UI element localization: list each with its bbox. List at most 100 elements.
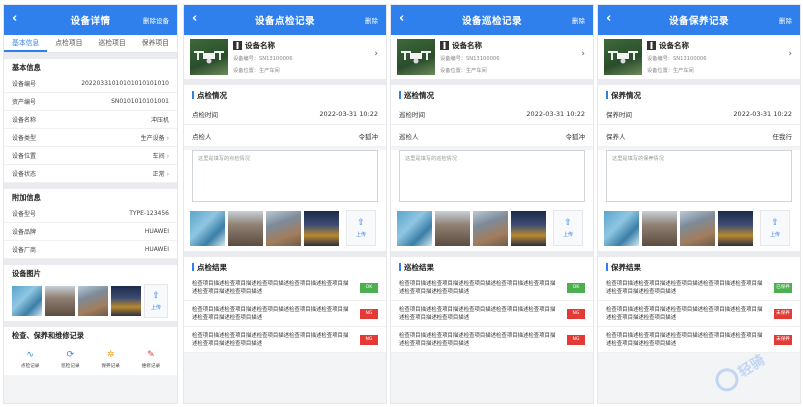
record-photo[interactable] (228, 210, 263, 246)
photo-strip: ⇧ 上传 (598, 205, 800, 251)
device-location-select[interactable]: 设备位置 车间 › (4, 147, 177, 165)
notes-textarea[interactable]: 这里是填写的点检情况 (192, 150, 378, 202)
notes-textarea[interactable]: 这里是填写的巡检情况 (399, 150, 585, 202)
time-row[interactable]: 保养时间 2022-03-31 10:22 (598, 103, 800, 125)
record-photo[interactable] (266, 210, 301, 246)
repair-record-button[interactable]: ✎ 维修记录 (142, 350, 160, 369)
device-name: 设备名称 (245, 40, 275, 50)
person-label: 保养人 (606, 132, 626, 141)
row-value-wrap: 生产设备 › (141, 133, 169, 142)
upload-button[interactable]: ⇧ 上传 (346, 210, 376, 246)
record-photo[interactable] (435, 210, 470, 246)
device-photo[interactable] (78, 286, 108, 316)
time-label: 巡检时间 (399, 110, 425, 119)
back-icon[interactable]: ‹ (606, 11, 611, 26)
record-photo[interactable] (642, 210, 677, 246)
maintained-badge[interactable]: 已保养 (774, 282, 792, 293)
device-photo[interactable] (12, 286, 42, 316)
record-photo[interactable] (190, 210, 225, 246)
item-description: 检查项目描述检查项目描述检查项目描述检查项目描述检查项目描述检查项目描述检查项目… (192, 280, 349, 295)
record-photo[interactable] (397, 210, 432, 246)
ok-badge[interactable]: OK (360, 282, 378, 293)
location-value: 生产车间 (258, 68, 280, 74)
tab-spot-items[interactable]: 点检项目 (47, 35, 90, 52)
upload-button[interactable]: ⇧ 上传 (144, 284, 168, 318)
time-row[interactable]: 点检时间 2022-03-31 10:22 (184, 103, 386, 125)
device-photo[interactable] (111, 286, 141, 316)
sn-label: 设备编号： (440, 56, 466, 62)
patrol-record-button[interactable]: ⟳ 巡检记录 (61, 350, 79, 369)
device-name: 设备名称 (659, 40, 689, 50)
route-icon: ⟳ (66, 349, 75, 360)
accent-bar (606, 263, 608, 271)
person-row[interactable]: 保养人 任我行 (598, 125, 800, 147)
upload-button[interactable]: ⇧ 上传 (553, 210, 583, 246)
ng-badge[interactable]: NG (360, 308, 378, 319)
ok-badge[interactable]: OK (567, 282, 585, 293)
section-title-text: 点检结果 (197, 263, 227, 272)
device-card[interactable]: 设备名称 设备编号：SN13100006 设备位置：生产车间 › (391, 35, 593, 79)
result-row: 检查项目描述检查项目描述检查项目描述检查项目描述检查项目描述检查项目描述检查项目… (391, 301, 593, 327)
record-photo[interactable] (511, 210, 546, 246)
accent-bar (606, 91, 608, 99)
upload-label: 上传 (150, 304, 161, 311)
person-row[interactable]: 点检人 令狐冲 (184, 125, 386, 147)
tab-basic-info[interactable]: 基本信息 (4, 35, 48, 52)
back-icon[interactable]: ‹ (12, 11, 17, 26)
person-row[interactable]: 巡检人 令狐冲 (391, 125, 593, 147)
tab-maintenance-items[interactable]: 保养项目 (134, 35, 177, 52)
device-card[interactable]: 设备名称 设备编号：SN13100006 设备位置：生产车间 › (598, 35, 800, 79)
record-photo[interactable] (604, 210, 639, 246)
upload-label: 上传 (355, 231, 366, 238)
ng-badge[interactable]: NG (567, 308, 585, 319)
chevron-right-icon[interactable]: › (581, 49, 585, 59)
chevron-right-icon[interactable]: › (788, 49, 792, 59)
maintenance-record-button[interactable]: ✲ 保养记录 (101, 350, 119, 369)
result-row: 检查项目描述检查项目描述检查项目描述检查项目描述检查项目描述检查项目描述检查项目… (391, 327, 593, 353)
spot-record-button[interactable]: ∿ 点检记录 (21, 350, 39, 369)
item-description: 检查项目描述检查项目描述检查项目描述检查项目描述检查项目描述检查项目描述检查项目… (192, 306, 349, 321)
header: ‹ 设备详情 删除设备 (4, 5, 177, 35)
delete-button[interactable]: 删除 (572, 15, 585, 25)
drone-icon (194, 51, 224, 64)
location-label: 设备位置： (440, 68, 466, 74)
row-value: 冲压机 (150, 117, 169, 124)
tab-patrol-items[interactable]: 巡检项目 (91, 35, 134, 52)
ng-badge[interactable]: NG (360, 334, 378, 345)
location-value: 生产车间 (672, 68, 694, 74)
delete-button[interactable]: 删除 (779, 15, 792, 25)
record-photo[interactable] (718, 210, 753, 246)
qr-code-icon (233, 40, 242, 50)
pulse-icon: ∿ (26, 349, 34, 360)
time-row[interactable]: 巡检时间 2022-03-31 10:22 (391, 103, 593, 125)
record-photo[interactable] (473, 210, 508, 246)
back-icon[interactable]: ‹ (399, 11, 404, 26)
time-value: 2022-03-31 10:22 (319, 109, 378, 118)
notes-wrap: 这里是填写的巡检情况 (391, 150, 593, 205)
ng-badge[interactable]: NG (567, 334, 585, 345)
record-photo[interactable] (304, 210, 339, 246)
device-name-row: 设备名称 (233, 39, 380, 51)
not-maintained-badge[interactable]: 未保养 (774, 308, 792, 319)
upload-label: 上传 (769, 231, 780, 238)
device-info: 设备名称 设备编号：SN13100006 设备位置：生产车间 (647, 39, 794, 75)
section-title: 点检情况 (184, 85, 386, 103)
device-status-select[interactable]: 设备状态 正常 › (4, 165, 177, 183)
device-photo[interactable] (45, 286, 75, 316)
upload-button[interactable]: ⇧ 上传 (760, 210, 790, 246)
page-title: 设备巡检记录 (461, 16, 522, 27)
section-title-text: 巡检结果 (404, 263, 434, 272)
delete-device-button[interactable]: 删除设备 (143, 15, 169, 25)
location-label: 设备位置： (233, 68, 259, 74)
back-icon[interactable]: ‹ (192, 11, 197, 26)
record-photo[interactable] (680, 210, 715, 246)
result-row: 检查项目描述检查项目描述检查项目描述检查项目描述检查项目描述检查项目描述检查项目… (184, 301, 386, 327)
spot-check-record-screen: ‹ 设备点检记录 删除 设备名称 设备编号：SN13100006 设备位置：生产… (183, 4, 387, 404)
device-card[interactable]: 设备名称 设备编号：SN13100006 设备位置：生产车间 › (184, 35, 386, 79)
info-row: 资产编号 SN0101010101001 (4, 93, 177, 111)
device-type-select[interactable]: 设备类型 生产设备 › (4, 129, 177, 147)
gear-icon: ✲ (106, 349, 115, 360)
delete-button[interactable]: 删除 (365, 15, 378, 25)
chevron-right-icon[interactable]: › (374, 49, 378, 59)
notes-textarea[interactable]: 这里是填写的保养情况 (606, 150, 792, 202)
